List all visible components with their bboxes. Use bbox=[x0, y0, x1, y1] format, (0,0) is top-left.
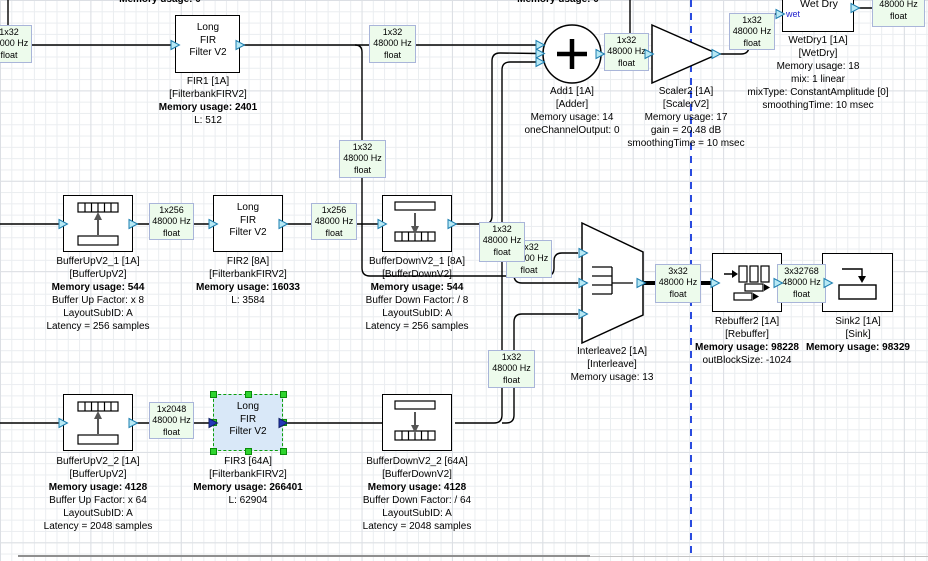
rebuffer2-input-pin[interactable] bbox=[711, 279, 720, 288]
bufferup1-output-pin[interactable] bbox=[129, 220, 138, 229]
fir3-input-pin[interactable] bbox=[209, 419, 218, 428]
buffer-down-icon bbox=[395, 202, 435, 241]
sink2-input-pin[interactable] bbox=[824, 279, 833, 288]
sink-icon bbox=[839, 269, 876, 299]
scaler2-output-pin[interactable] bbox=[712, 50, 721, 59]
shapes-layer bbox=[0, 0, 928, 561]
buffer-down-icon bbox=[395, 401, 435, 440]
wetdry1-output-pin[interactable] bbox=[851, 4, 860, 13]
bufferdown1-input-pin[interactable] bbox=[378, 220, 387, 229]
fir2-input-pin[interactable] bbox=[209, 220, 218, 229]
buffer-up-icon bbox=[78, 203, 118, 245]
schematic-canvas[interactable]: LongFIRFilter V2 LongFIRFilter V2 LongFI… bbox=[0, 0, 928, 561]
buffer-up-icon bbox=[78, 402, 118, 444]
fir1-input-pin[interactable] bbox=[171, 41, 180, 50]
fir2-output-pin[interactable] bbox=[279, 220, 288, 229]
bufferup2-input-pin[interactable] bbox=[59, 419, 68, 428]
bufferdown1-output-pin[interactable] bbox=[448, 220, 457, 229]
rebuffer2-output-pin[interactable] bbox=[774, 279, 783, 288]
wetdry1-wet-input-pin[interactable] bbox=[776, 10, 785, 19]
bufferup1-input-pin[interactable] bbox=[59, 220, 68, 229]
fir1-output-pin[interactable] bbox=[236, 41, 245, 50]
block-scaler2[interactable] bbox=[652, 25, 718, 83]
rebuffer-icon bbox=[724, 266, 770, 300]
fir3-output-pin[interactable] bbox=[279, 419, 288, 428]
horizontal-scrollbar-track[interactable] bbox=[590, 556, 928, 557]
horizontal-scrollbar-thumb[interactable] bbox=[18, 555, 590, 557]
bufferup2-output-pin[interactable] bbox=[129, 419, 138, 428]
